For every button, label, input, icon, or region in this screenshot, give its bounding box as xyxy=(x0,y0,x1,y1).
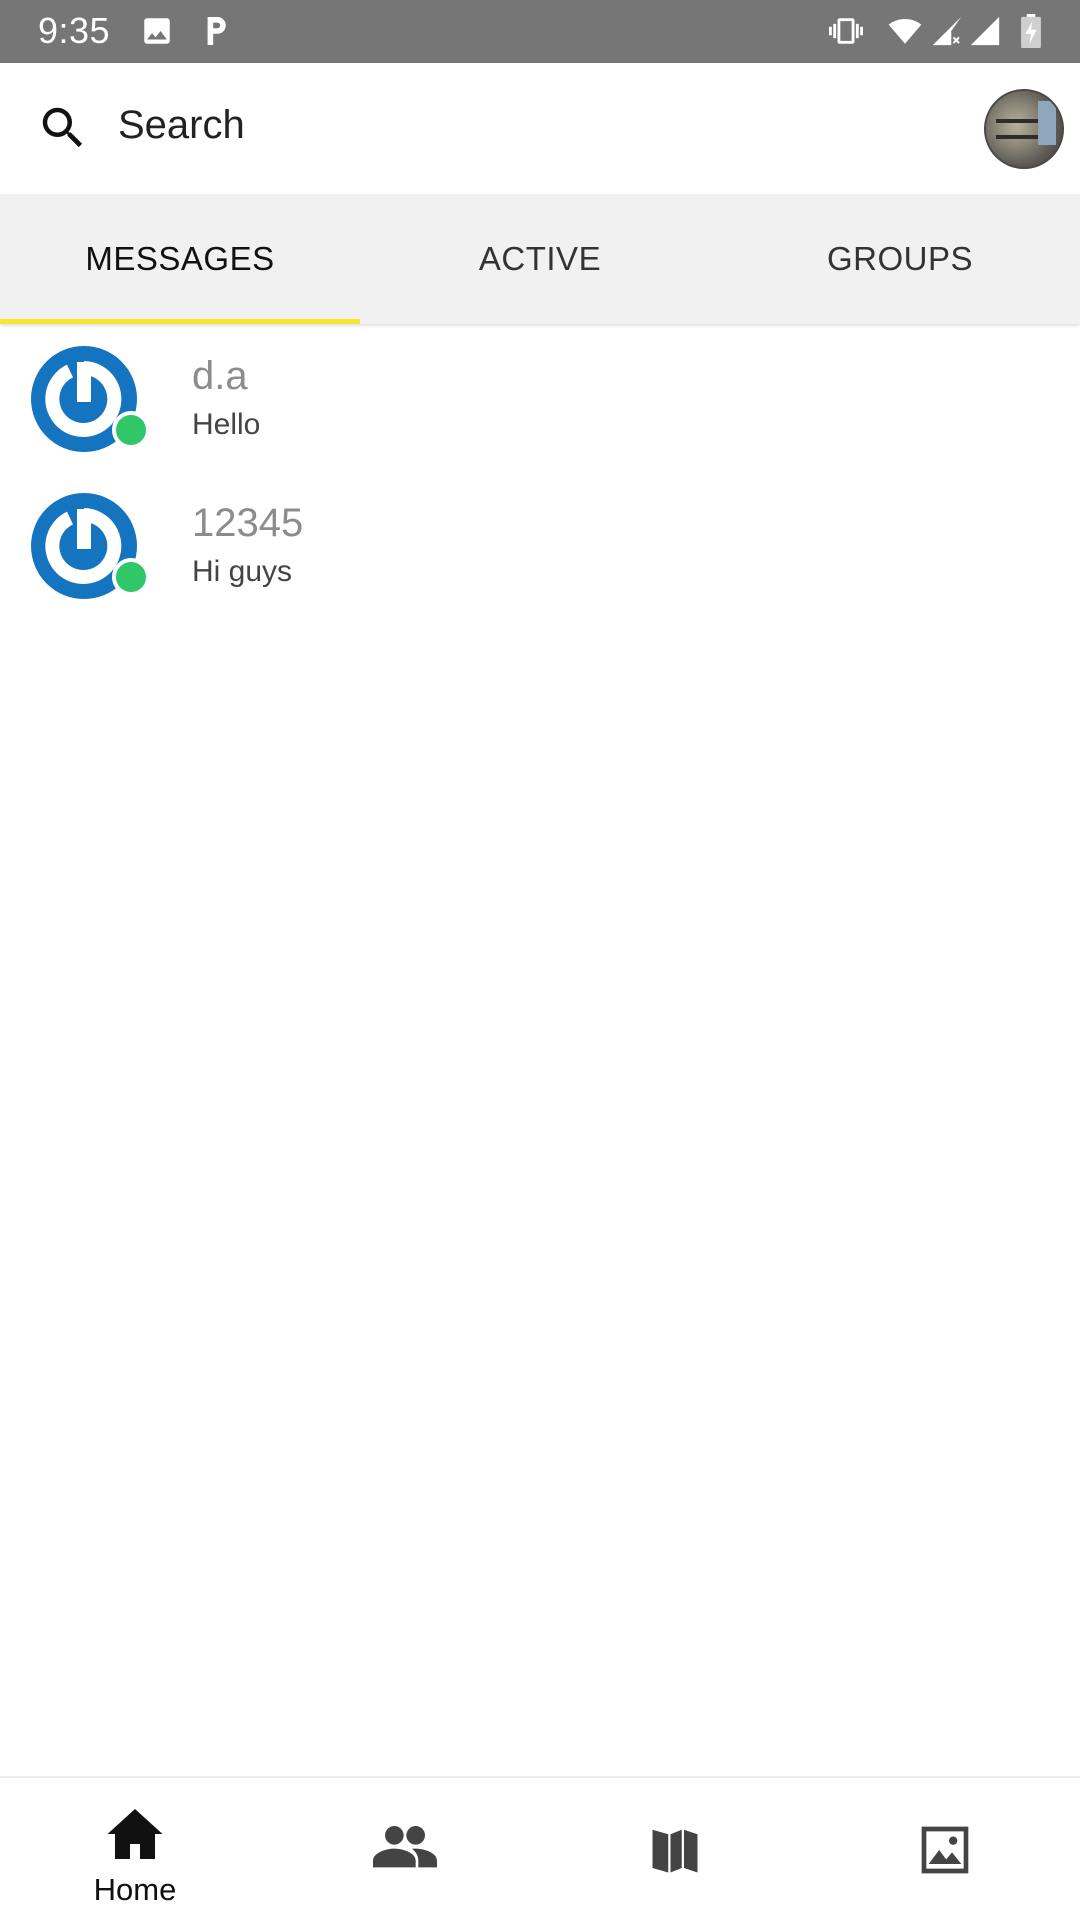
nav-label: Home xyxy=(93,1872,177,1907)
wifi-icon xyxy=(888,18,922,44)
map-icon xyxy=(652,1829,698,1873)
gallery-icon xyxy=(144,18,170,44)
profile-avatar[interactable] xyxy=(984,89,1064,169)
signal-no-data-icon xyxy=(932,16,962,46)
conversation-name: d.a xyxy=(192,354,248,398)
tab-active[interactable]: ACTIVE xyxy=(360,194,720,324)
tab-bar: MESSAGES ACTIVE GROUPS xyxy=(0,194,1080,324)
conversation-message: Hello xyxy=(192,408,261,441)
tab-label: GROUPS xyxy=(826,240,974,277)
nav-home[interactable]: Home xyxy=(0,1778,270,1920)
p-icon xyxy=(207,17,226,45)
image-icon xyxy=(921,1826,969,1874)
online-status-dot xyxy=(112,411,150,449)
home-icon xyxy=(107,1809,163,1859)
conversation-name: 12345 xyxy=(192,501,304,545)
signal-icon xyxy=(970,16,1000,46)
search-input[interactable]: Search xyxy=(118,103,245,148)
search-icon[interactable] xyxy=(36,101,90,155)
tab-label: MESSAGES xyxy=(85,240,275,277)
status-time: 9:35 xyxy=(38,10,111,51)
conversation-message: Hi guys xyxy=(192,555,293,588)
search-header: Search xyxy=(0,63,1080,194)
vibrate-icon xyxy=(829,18,863,44)
battery-charging-icon xyxy=(1021,14,1041,48)
tab-messages[interactable]: MESSAGES xyxy=(0,194,360,324)
nav-gallery[interactable] xyxy=(810,1778,1080,1920)
bottom-navigation: Home xyxy=(0,1776,1080,1920)
conversation-item[interactable]: d.a Hello xyxy=(0,324,1080,471)
tab-label: ACTIVE xyxy=(478,240,602,277)
nav-map[interactable] xyxy=(540,1778,810,1920)
tab-groups[interactable]: GROUPS xyxy=(720,194,1080,324)
nav-people[interactable] xyxy=(270,1778,540,1920)
conversation-list: d.a Hello 12345 Hi guys xyxy=(0,324,1080,618)
conversation-item[interactable]: 12345 Hi guys xyxy=(0,471,1080,618)
online-status-dot xyxy=(112,558,150,596)
people-icon xyxy=(373,1826,437,1868)
status-bar: 9:35 xyxy=(0,0,1080,63)
